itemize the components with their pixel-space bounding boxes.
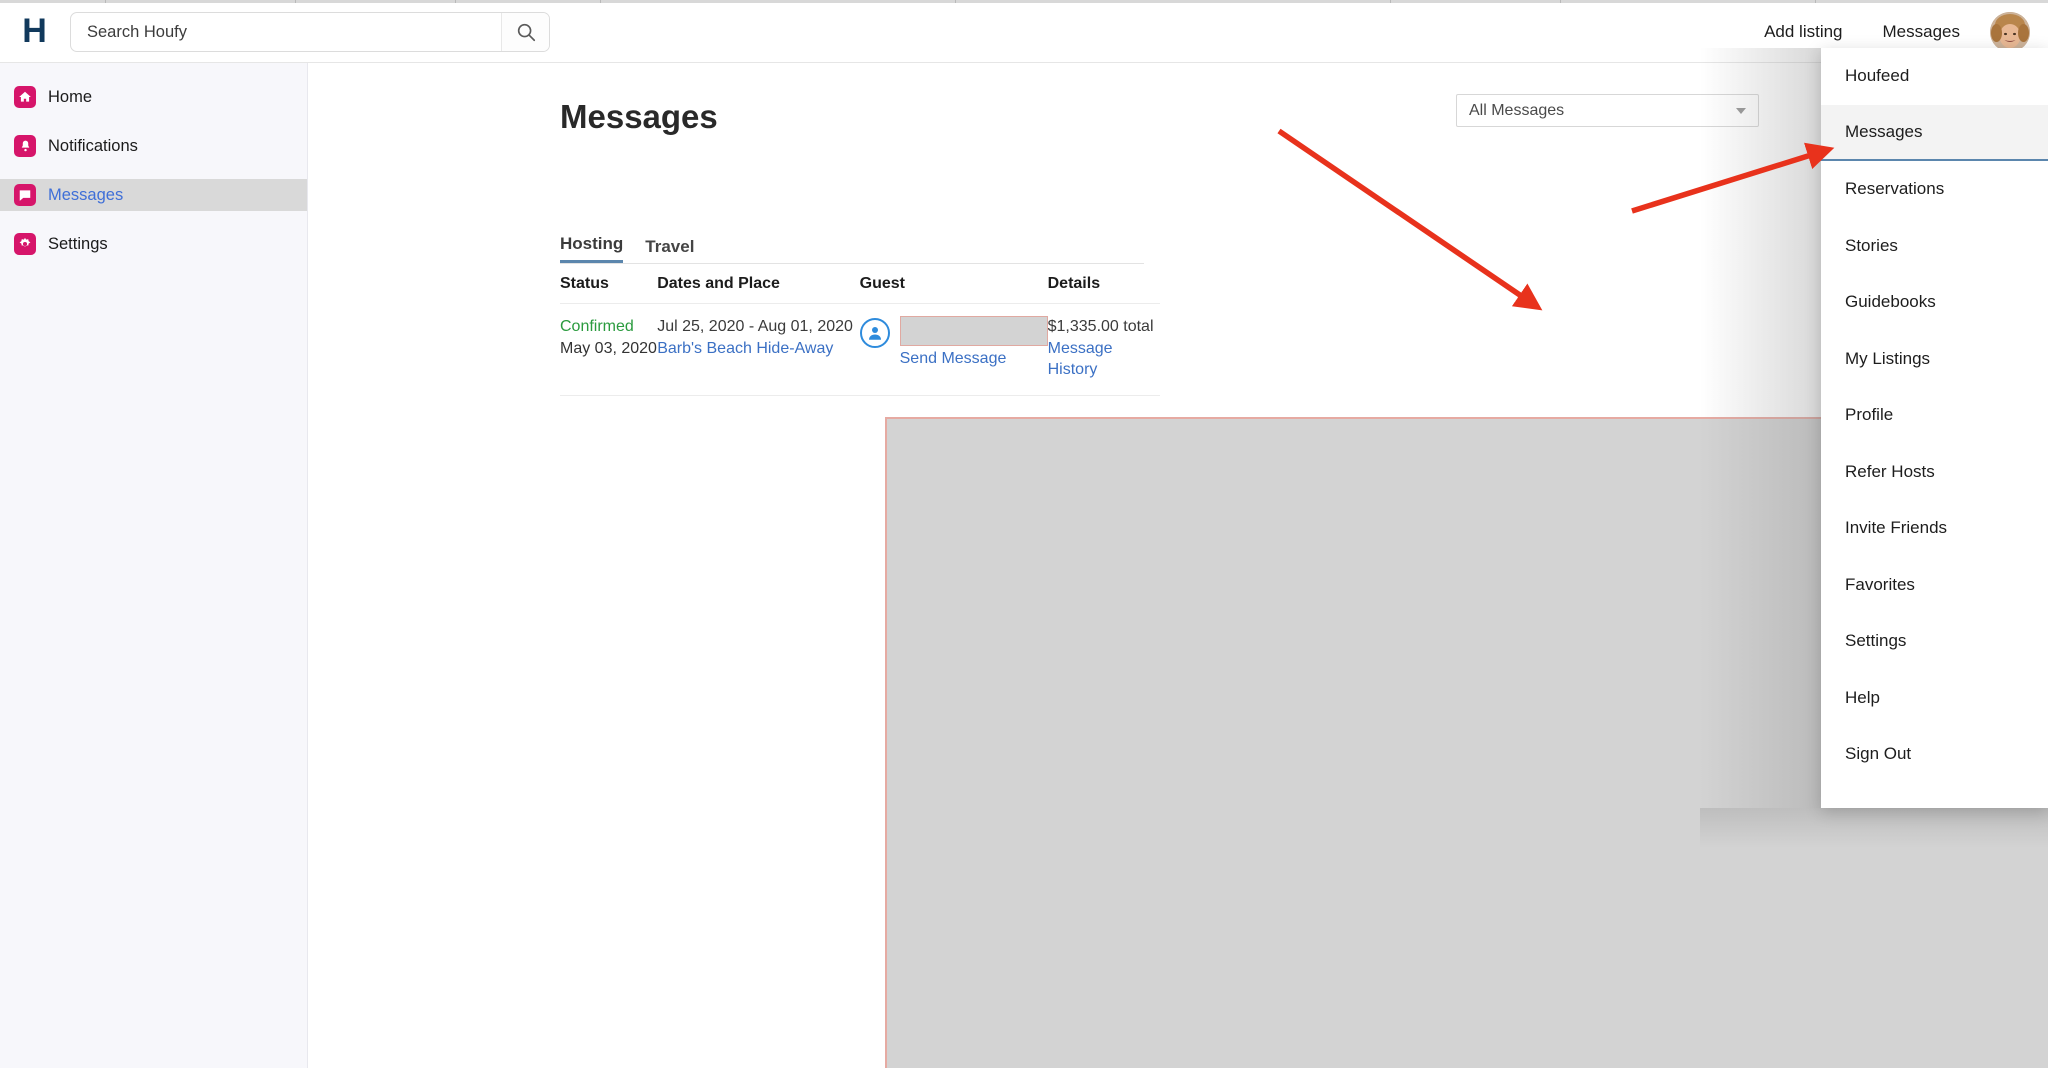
browser-chrome-strip [0,0,2048,3]
message-filter-select[interactable]: All Messages [1456,94,1759,127]
messages-table: Status Dates and Place Guest Details Con… [560,275,1160,396]
sidebar-label-notifications: Notifications [48,137,138,156]
avatar[interactable] [1990,12,2030,52]
table-header-row: Status Dates and Place Guest Details [560,275,1160,304]
menu-item-houfeed[interactable]: Houfeed [1821,48,2048,105]
app-window: H Add listing Messages [0,0,2048,1068]
cell-details: $1,335.00 total Message History [1048,304,1160,396]
bell-icon [14,135,36,157]
page-title: Messages [560,98,718,136]
status-badge: Confirmed [560,316,657,338]
sidebar-item-notifications[interactable]: Notifications [0,130,307,162]
message-history-link[interactable]: Message History [1048,338,1160,381]
main-content: Messages All Messages Hosting Travel Sta… [309,63,2048,1068]
top-navigation-bar: H Add listing Messages [0,0,2048,63]
top-nav-messages[interactable]: Messages [1863,22,1980,42]
chevron-down-icon [1736,108,1746,114]
guest-avatar-icon [860,318,890,348]
home-icon [14,86,36,108]
cell-dates-place: Jul 25, 2020 - Aug 01, 2020 Barb's Beach… [657,304,859,396]
search-input[interactable] [71,13,501,51]
search-bar[interactable] [70,12,550,52]
tab-travel[interactable]: Travel [645,237,694,263]
listing-link[interactable]: Barb's Beach Hide-Away [657,338,859,360]
menu-item-my-listings[interactable]: My Listings [1821,331,2048,388]
sidebar-label-settings: Settings [48,235,108,254]
menu-item-settings[interactable]: Settings [1821,613,2048,670]
tab-bar: Hosting Travel [560,234,1144,264]
tab-hosting[interactable]: Hosting [560,234,623,263]
top-nav-add-listing[interactable]: Add listing [1744,22,1862,42]
table-row: Confirmed May 03, 2020 Jul 25, 2020 - Au… [560,304,1160,396]
booking-total: $1,335.00 total [1048,316,1160,338]
menu-item-help[interactable]: Help [1821,670,2048,727]
stay-dates: Jul 25, 2020 - Aug 01, 2020 [657,316,859,338]
avatar-photo [1990,12,2030,52]
menu-item-stories[interactable]: Stories [1821,218,2048,275]
message-filter-value: All Messages [1469,102,1736,120]
menu-item-sign-out[interactable]: Sign Out [1821,726,2048,783]
sidebar-item-settings[interactable]: Settings [0,228,307,260]
sidebar-label-messages: Messages [48,186,123,205]
search-icon [515,21,537,43]
menu-item-reservations[interactable]: Reservations [1821,161,2048,218]
search-button[interactable] [501,13,549,51]
sidebar-label-home: Home [48,88,92,107]
column-header-details: Details [1048,275,1160,304]
menu-item-guidebooks[interactable]: Guidebooks [1821,274,2048,331]
cell-guest: Send Message [860,304,1048,396]
status-date: May 03, 2020 [560,338,657,360]
column-header-status: Status [560,275,657,304]
menu-item-invite-friends[interactable]: Invite Friends [1821,500,2048,557]
menu-item-refer-hosts[interactable]: Refer Hosts [1821,444,2048,501]
sidebar: Home Notifications Messages [0,63,308,1068]
chat-bubble-icon [14,184,36,206]
account-dropdown-menu: Houfeed Messages Reservations Stories Gu… [1821,48,2048,808]
menu-item-profile[interactable]: Profile [1821,387,2048,444]
menu-item-messages[interactable]: Messages [1821,105,2048,162]
guest-name-redaction [900,316,1048,346]
gear-icon [14,233,36,255]
column-header-dates: Dates and Place [657,275,859,304]
houfy-logo[interactable]: H [0,14,68,48]
cell-status: Confirmed May 03, 2020 [560,304,657,396]
sidebar-item-messages[interactable]: Messages [0,179,307,211]
column-header-guest: Guest [860,275,1048,304]
send-message-link[interactable]: Send Message [900,350,1048,368]
sidebar-item-home[interactable]: Home [0,81,307,113]
menu-item-favorites[interactable]: Favorites [1821,557,2048,614]
